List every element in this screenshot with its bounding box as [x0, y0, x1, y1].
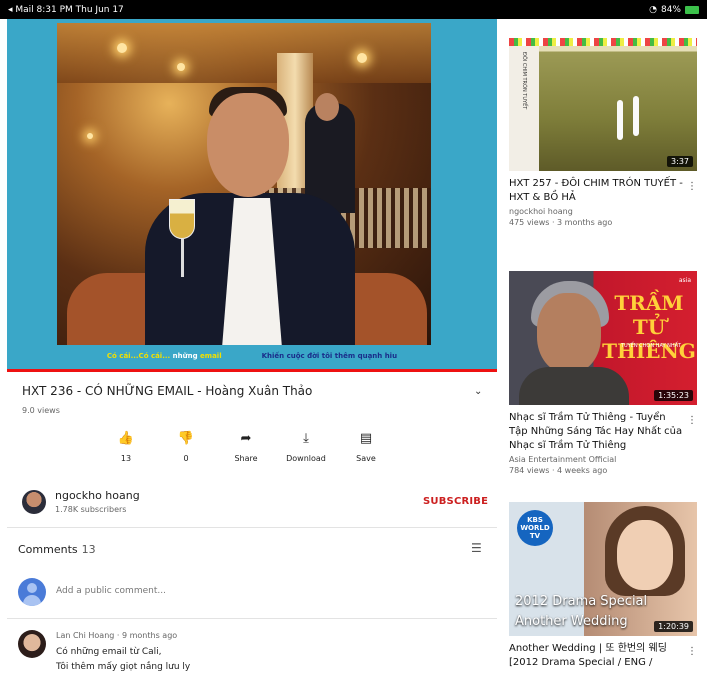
- subscribe-button[interactable]: SUBSCRIBE: [423, 496, 488, 507]
- video-duration: 3:37: [667, 156, 693, 167]
- wifi-icon: ◔: [649, 4, 657, 15]
- progress-fill: [7, 369, 497, 372]
- share-button[interactable]: ➦ Share: [216, 432, 276, 472]
- video-player[interactable]: Có cái...Có cái... những email Khiến cuộ…: [7, 19, 497, 369]
- battery-icon: [685, 5, 699, 14]
- video-views: 9.0 views: [22, 406, 60, 415]
- recommended-meta: 475 views · 3 months ago: [509, 218, 613, 227]
- channel-avatar[interactable]: [22, 490, 46, 514]
- caption-left-a: Có cái...Có cái...: [106, 352, 171, 360]
- recommended-meta: 784 views · 4 weeks ago: [509, 466, 608, 475]
- recommended-title: Nhạc sĩ Trầm Tử Thiêng - Tuyển Tập Những…: [509, 412, 683, 451]
- video-duration: 1:35:23: [654, 390, 693, 401]
- save-button[interactable]: ▤ Save: [336, 432, 396, 472]
- commenter-avatar[interactable]: [18, 630, 46, 658]
- status-time: ◂ Mail 8:31 PM Thu Jun 17: [8, 4, 124, 15]
- video-title: HXT 236 - CÓ NHỮNG EMAIL - Hoàng Xuân Th…: [22, 384, 313, 398]
- more-options-icon[interactable]: ⋮: [687, 646, 697, 657]
- divider: [7, 527, 497, 528]
- video-progress-bar[interactable]: [7, 369, 497, 372]
- channel-logo: asia: [678, 277, 691, 284]
- dislike-count: 0: [183, 454, 189, 463]
- user-avatar: [18, 578, 46, 606]
- status-right: ◔ 84%: [649, 5, 699, 15]
- video-frame: [57, 23, 431, 345]
- channel-subscribers: 1.78K subscribers: [55, 505, 127, 514]
- comments-count: 13: [81, 543, 96, 556]
- like-button[interactable]: 👍 13: [96, 432, 156, 472]
- chevron-down-icon[interactable]: ⌄: [474, 386, 482, 397]
- video-thumbnail[interactable]: KBS WORLD TV 2012 Drama Special Another W…: [509, 502, 697, 636]
- share-label: Share: [234, 454, 258, 463]
- thumbnail-title: 2012 Drama Special Another Wedding: [515, 592, 647, 632]
- caption-left-b: những: [172, 352, 198, 360]
- share-icon: ➦: [240, 431, 252, 446]
- add-comment-input[interactable]: Add a public comment...: [56, 586, 166, 596]
- recommended-video[interactable]: KBS WORLD TV 2012 Drama Special Another W…: [509, 502, 699, 670]
- thumbs-up-icon: 👍: [117, 431, 135, 446]
- action-bar: 👍 13 👎 0 ➦ Share ⤓ Download ▤ Save: [96, 432, 396, 472]
- download-label: Download: [286, 454, 326, 463]
- download-button[interactable]: ⤓ Download: [276, 432, 336, 472]
- video-thumbnail[interactable]: TRẦM TỬ THIÊNG TUYỂN CHỌN HAY NHẤT asia …: [509, 271, 697, 405]
- comments-header[interactable]: Comments 13: [18, 543, 96, 556]
- recommended-video[interactable]: TRẦM TỬ THIÊNG TUYỂN CHỌN HAY NHẤT asia …: [509, 271, 699, 475]
- dislike-button[interactable]: 👎 0: [156, 432, 216, 472]
- status-bar: ◂ Mail 8:31 PM Thu Jun 17 ◔ 84%: [0, 0, 707, 19]
- recommended-title: HXT 257 - ĐÔI CHIM TRÓN TUYẾT - HXT & BỒ…: [509, 178, 683, 203]
- video-thumbnail[interactable]: ĐÔI CHIM TRÓN TUYẾT 3:37: [509, 38, 697, 171]
- thumbnail-title-line2: Another Wedding: [515, 614, 628, 629]
- sort-icon[interactable]: ☰: [471, 541, 482, 555]
- recommended-channel: Asia Entertainment Official: [509, 455, 617, 464]
- save-label: Save: [356, 454, 376, 463]
- more-options-icon[interactable]: ⋮: [687, 181, 697, 192]
- comment-text-line1: Có những email từ Cali,: [56, 647, 162, 657]
- recommended-video[interactable]: ĐÔI CHIM TRÓN TUYẾT 3:37 ⋮ HXT 257 - ĐÔI…: [509, 38, 699, 227]
- more-options-icon[interactable]: ⋮: [687, 415, 697, 426]
- video-lyrics-caption: Có cái...Có cái... những email Khiến cuộ…: [7, 347, 497, 365]
- save-playlist-icon: ▤: [359, 431, 373, 446]
- recommended-title: Another Wedding | 또 한번의 웨딩 [2012 Drama S…: [509, 643, 667, 668]
- thumbnail-subtitle: TUYỂN CHỌN HAY NHẤT: [620, 343, 682, 349]
- caption-left: Có cái...Có cái... những email: [107, 352, 222, 360]
- download-icon: ⤓: [303, 431, 309, 446]
- channel-name[interactable]: ngockho hoang: [55, 489, 140, 502]
- recommended-channel: ngockhoi hoang: [509, 207, 573, 216]
- divider: [7, 618, 497, 619]
- thumbs-down-icon: 👎: [177, 431, 195, 446]
- caption-left-c: email: [200, 352, 222, 360]
- kbs-logo: KBS WORLD TV: [517, 510, 553, 546]
- video-duration: 1:20:39: [654, 621, 693, 632]
- thumbnail-title-line1: 2012 Drama Special: [515, 594, 648, 609]
- battery-percent: 84%: [660, 4, 681, 15]
- comment-meta: Lan Chi Hoang · 9 months ago: [56, 631, 178, 640]
- thumbnail-title: TRẦM TỬ THIÊNG: [602, 291, 696, 363]
- like-count: 13: [120, 454, 132, 463]
- caption-right: Khiến cuộc đời tôi thêm quạnh hiu: [261, 352, 398, 360]
- comment-text-line2: Tôi thêm mấy giọt nắng lưu ly: [56, 662, 191, 672]
- comments-title: Comments: [18, 543, 78, 556]
- channel-row: ngockho hoang 1.78K subscribers SUBSCRIB…: [22, 488, 492, 520]
